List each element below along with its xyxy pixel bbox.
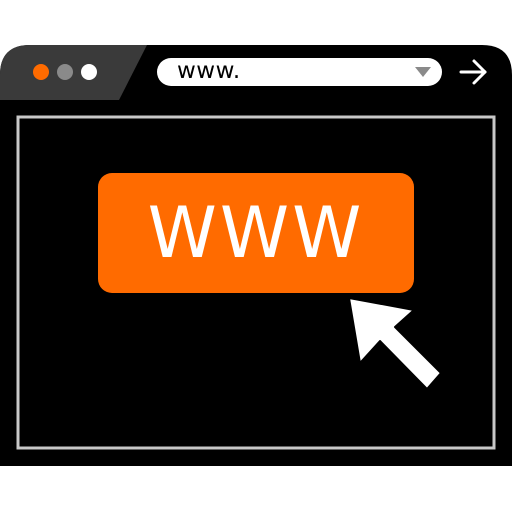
www-button-label[interactable]: WWW bbox=[98, 173, 414, 293]
address-bar-text[interactable]: www. bbox=[177, 55, 241, 87]
browser-window-illustration: www. WWW bbox=[0, 0, 512, 512]
maximize-dot[interactable] bbox=[81, 64, 97, 80]
minimize-dot[interactable] bbox=[57, 64, 73, 80]
close-dot[interactable] bbox=[33, 64, 49, 80]
